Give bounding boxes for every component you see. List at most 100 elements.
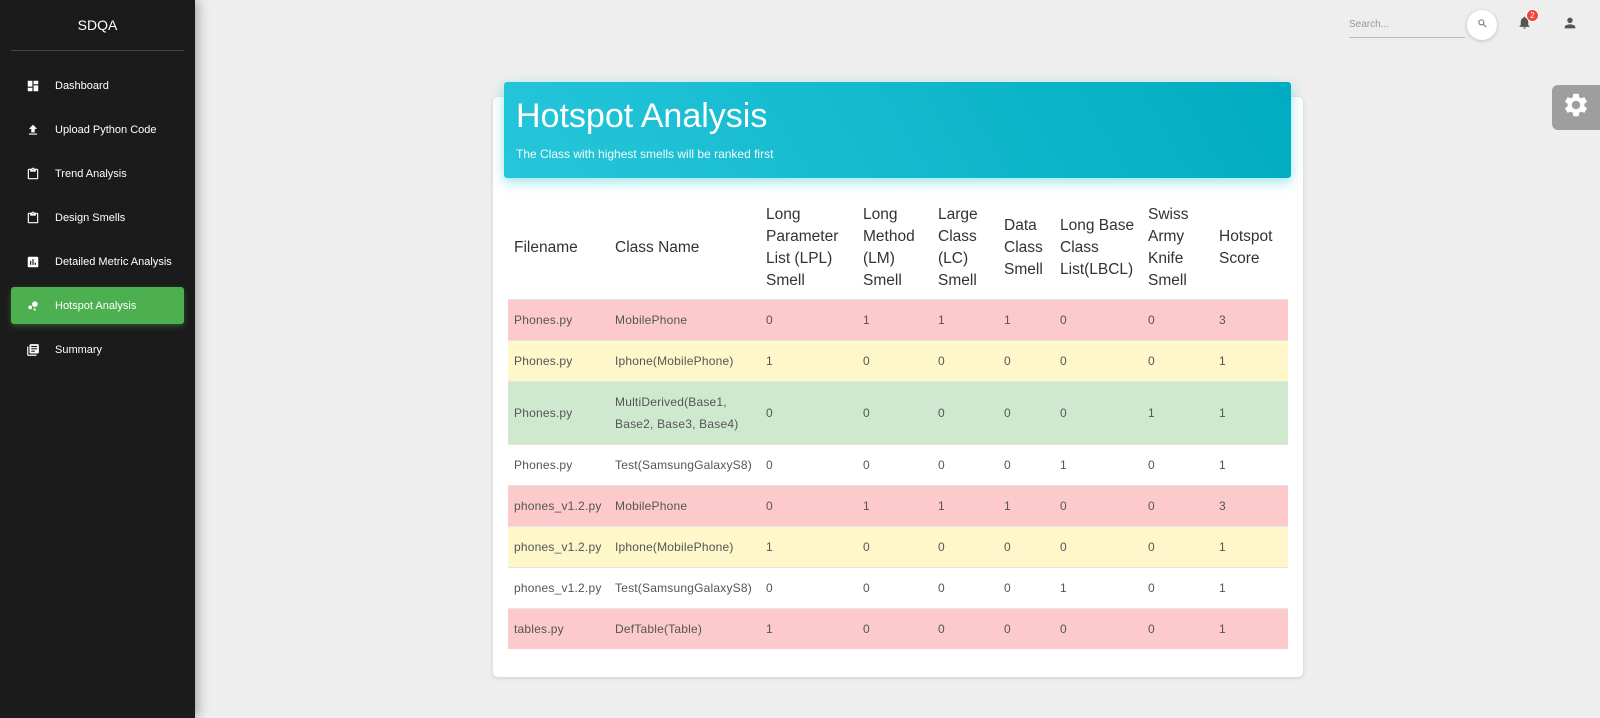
- table-cell: 0: [760, 443, 857, 485]
- column-header: Hotspot Score: [1213, 197, 1288, 299]
- table-cell: Test(SamsungGalaxyS8): [609, 443, 760, 485]
- sidebar-item-detailed-metric-analysis[interactable]: Detailed Metric Analysis: [11, 243, 184, 280]
- table-cell: 0: [1054, 380, 1142, 444]
- user-profile-button[interactable]: [1558, 13, 1582, 37]
- table-cell: 0: [998, 380, 1054, 444]
- sidebar-item-upload-python-code[interactable]: Upload Python Code: [11, 111, 184, 148]
- table-header-row: Filename Class Name Long Parameter List (LPL…: [508, 197, 1288, 299]
- table-cell: 0: [932, 525, 998, 567]
- table-cell: 0: [1054, 607, 1142, 649]
- page-subtitle: The Class with highest smells will be ra…: [516, 147, 774, 162]
- column-header-text: Large: [938, 205, 978, 223]
- table-cell: 0: [1054, 339, 1142, 381]
- table-cell: 0: [857, 443, 932, 485]
- table-cell: 0: [857, 339, 932, 381]
- table-row: Phones.py Test(SamsungGalaxyS8) 0 0 0 0 1 0 1: [508, 443, 1288, 485]
- column-header-text: (LC): [938, 249, 969, 267]
- table-cell: 0: [932, 443, 998, 485]
- table-cell: 0: [857, 566, 932, 608]
- column-header-text: Long: [766, 205, 801, 223]
- column-header-text: Class: [1004, 238, 1043, 256]
- column-header-text: List (LPL): [766, 249, 833, 267]
- table-row: Phones.py MobilePhone 0 1 1 1 0 0 3: [508, 298, 1288, 340]
- sidebar-item-trend-analysis[interactable]: Trend Analysis: [11, 155, 184, 192]
- search-form: [1349, 10, 1497, 40]
- table-cell: 0: [932, 566, 998, 608]
- search-input[interactable]: [1349, 12, 1465, 38]
- table-cell: 0: [1142, 484, 1213, 526]
- search-button[interactable]: [1467, 10, 1497, 40]
- table-cell: 1: [1213, 339, 1288, 381]
- dashboard-icon: [26, 79, 40, 93]
- table-cell: MultiDerived(Base1, Base2, Base3, Base4): [609, 380, 760, 444]
- sidebar-item-label: Hotspot Analysis: [55, 299, 137, 312]
- table-cell: 0: [1142, 298, 1213, 340]
- table-cell: 1: [932, 484, 998, 526]
- brand-logo[interactable]: SDQA: [11, 0, 184, 51]
- card-header: Hotspot Analysis The Class with highest …: [504, 82, 1291, 178]
- table-cell: Iphone(MobilePhone): [609, 525, 760, 567]
- table-cell: 1: [1054, 566, 1142, 608]
- table-cell: 1: [998, 484, 1054, 526]
- column-header: Filename: [508, 197, 609, 299]
- sidebar-item-label: Dashboard: [55, 79, 109, 92]
- table-row: phones_v1.2.py Iphone(MobilePhone) 1 0 0 0 0 0 1: [508, 525, 1288, 567]
- table-cell: Phones.py: [508, 298, 609, 340]
- table-cell: 0: [1142, 525, 1213, 567]
- upload-icon: [26, 123, 40, 137]
- table-cell: 1: [1213, 607, 1288, 649]
- table-cell: 1: [1213, 380, 1288, 444]
- sidebar-item-label: Detailed Metric Analysis: [55, 255, 172, 268]
- column-header: Large Class (LC) Smell: [932, 197, 998, 299]
- library-books-icon: [26, 343, 40, 357]
- table-cell: 1: [998, 298, 1054, 340]
- column-header: Class Name: [609, 197, 760, 299]
- column-header-text: Smell: [938, 271, 977, 289]
- table-cell: 0: [857, 607, 932, 649]
- column-header-text: Swiss: [1148, 205, 1189, 223]
- table-cell: 0: [998, 607, 1054, 649]
- table-cell: 1: [760, 607, 857, 649]
- sidebar-item-dashboard[interactable]: Dashboard: [11, 67, 184, 104]
- table-cell: Phones.py: [508, 339, 609, 381]
- table-cell: 0: [760, 566, 857, 608]
- table-row: tables.py DefTable(Table) 1 0 0 0 0 0 1: [508, 607, 1288, 649]
- sidebar-item-design-smells[interactable]: Design Smells: [11, 199, 184, 236]
- column-header-text: Class: [1060, 238, 1099, 256]
- table-cell: MobilePhone: [609, 298, 760, 340]
- column-header-text: Method: [863, 227, 915, 245]
- column-header-text: Parameter: [766, 227, 839, 245]
- table-cell: phones_v1.2.py: [508, 484, 609, 526]
- column-header-text: Smell: [863, 271, 902, 289]
- sidebar-item-label: Summary: [55, 343, 103, 356]
- sidebar-item-summary[interactable]: Summary: [11, 331, 184, 368]
- top-navbar: 2: [1349, 8, 1582, 42]
- column-header-text: Long Base: [1060, 216, 1135, 234]
- table-cell: 0: [932, 339, 998, 381]
- notifications-button[interactable]: 2: [1512, 9, 1539, 37]
- table-cell: 1: [760, 339, 857, 381]
- table-row: phones_v1.2.py Test(SamsungGalaxyS8) 0 0 0 0 1…: [508, 566, 1288, 608]
- column-header-text: Smell: [1148, 271, 1187, 289]
- column-header-text: Knife: [1148, 249, 1184, 267]
- column-header: Data Class Smell: [998, 197, 1054, 299]
- table-cell: 0: [998, 443, 1054, 485]
- sidebar-item-hotspot-analysis[interactable]: Hotspot Analysis: [11, 287, 184, 324]
- notification-badge: 2: [1526, 9, 1539, 22]
- table-cell: phones_v1.2.py: [508, 566, 609, 608]
- table-cell: 0: [1054, 525, 1142, 567]
- table-cell: Phones.py: [508, 443, 609, 485]
- table-cell: 0: [1142, 339, 1213, 381]
- table-cell: 0: [932, 380, 998, 444]
- column-header-text: Long: [863, 205, 898, 223]
- table-cell: 0: [1054, 484, 1142, 526]
- table-cell: 0: [998, 525, 1054, 567]
- settings-button[interactable]: [1552, 85, 1600, 130]
- table-cell: 1: [1213, 525, 1288, 567]
- table-row: phones_v1.2.py MobilePhone 0 1 1 1 0 0 3: [508, 484, 1288, 526]
- sidebar-item-label: Trend Analysis: [55, 167, 127, 180]
- clipboard-icon: [26, 167, 40, 181]
- table-cell: 0: [1142, 443, 1213, 485]
- table-cell: 0: [1142, 607, 1213, 649]
- table-cell: 1: [1142, 380, 1213, 444]
